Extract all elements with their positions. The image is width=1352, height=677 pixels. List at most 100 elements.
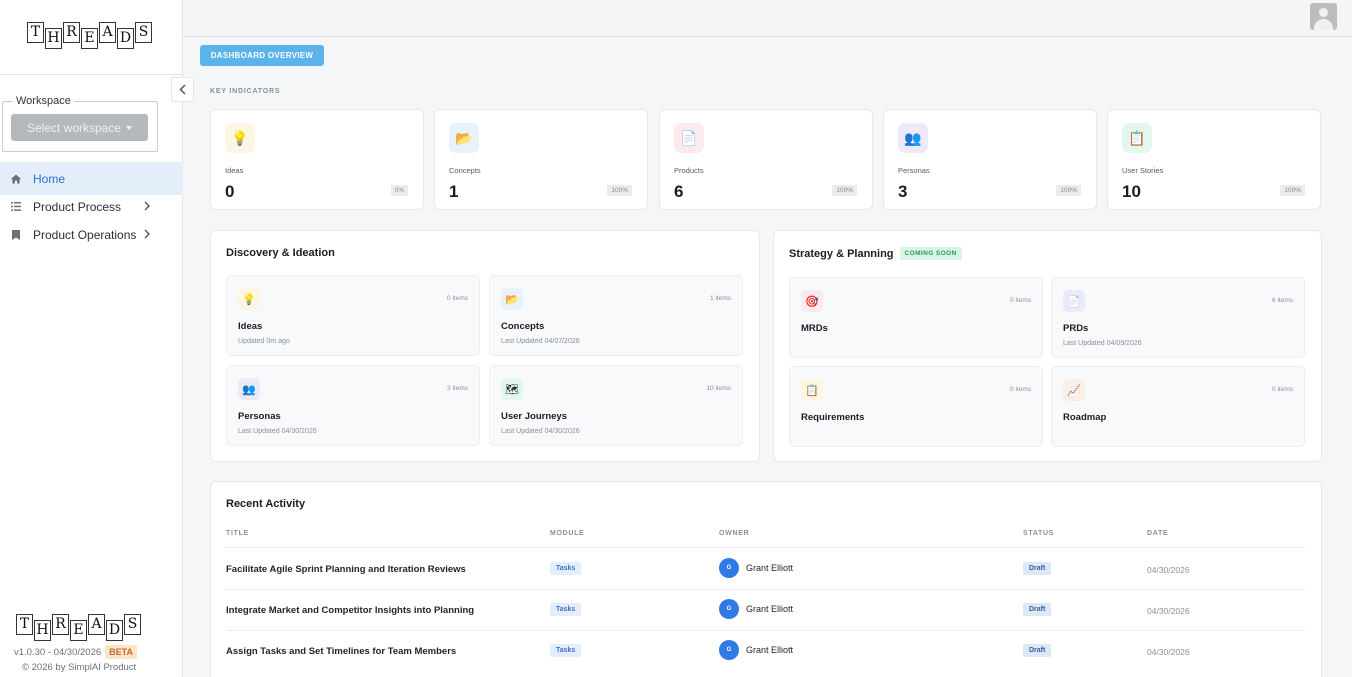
owner-cell: G Grant Elliott	[719, 640, 793, 660]
panel-title: Strategy & Planning COMING SOON	[789, 247, 962, 260]
key-indicators-label: KEY INDICATORS	[210, 88, 281, 95]
module-glyph: 👥	[242, 383, 256, 396]
logo-letter: H	[34, 620, 51, 641]
module-card-personas[interactable]: 👥 3 items Personas Last Updated 04/30/20…	[226, 365, 480, 446]
top-bar	[183, 0, 1352, 37]
beta-badge: BETA	[105, 645, 137, 659]
panel-title-text: Strategy & Planning	[789, 247, 894, 260]
logo-letter: A	[88, 614, 105, 635]
activity-title[interactable]: Facilitate Agile Sprint Planning and Ite…	[226, 564, 466, 575]
column-header-date[interactable]: DATE	[1147, 530, 1168, 537]
owner-avatar: G	[719, 599, 739, 619]
panel-title: Recent Activity	[226, 498, 305, 510]
kpi-label: Personas	[898, 166, 930, 175]
module-glyph: 💡	[242, 293, 256, 306]
module-glyph: 📋	[805, 384, 819, 397]
lightbulb-icon: 💡	[225, 123, 255, 153]
owner-name: Grant Elliott	[746, 604, 794, 614]
clipboard-icon: 📋	[801, 379, 823, 401]
table-divider	[226, 589, 1305, 590]
module-card-user-journeys[interactable]: 🗺 10 items User Journeys Last Updated 04…	[489, 365, 743, 446]
target-icon: 🎯	[801, 290, 823, 312]
kpi-glyph: 📂	[455, 129, 473, 146]
owner-avatar: G	[719, 558, 739, 578]
list-icon	[11, 202, 21, 212]
nav-label: Product Operations	[33, 227, 137, 242]
threads-logo[interactable]: T H R E A D S	[27, 22, 153, 50]
module-title: Concepts	[501, 321, 545, 332]
nav-label: Product Process	[33, 199, 122, 214]
chart-icon: 📈	[1063, 379, 1085, 401]
sidebar-divider	[0, 74, 183, 75]
module-updated: Last Updated 04/09/2026	[1063, 340, 1142, 347]
map-icon: 🗺	[501, 378, 523, 400]
panel-title-text: Recent Activity	[226, 498, 306, 510]
module-card-prds[interactable]: 📄 6 items PRDs Last Updated 04/09/2026	[1051, 277, 1305, 358]
workspace-select[interactable]: Select workspace	[11, 114, 148, 141]
module-count: 0 items	[1010, 297, 1031, 304]
sidebar: T H R E A D S Workspace Select workspace…	[0, 0, 183, 677]
tab-dashboard-overview[interactable]: DASHBOARD OVERVIEW	[200, 45, 324, 66]
status-badge: Draft	[1023, 603, 1052, 616]
module-card-ideas[interactable]: 💡 0 items Ideas Updated 0m ago	[226, 275, 480, 356]
kpi-glyph: 📋	[1128, 129, 1146, 146]
version-text: v1.0.30 - 04/30/2026	[14, 646, 102, 658]
module-title: Ideas	[238, 321, 263, 332]
copyright-text: © 2026 by SimplAI Product	[22, 662, 137, 673]
panel-title-text: Discovery & Ideation	[226, 247, 335, 259]
kpi-card-concepts[interactable]: 📂 Concepts 1 100%	[434, 109, 648, 210]
module-card-concepts[interactable]: 📂 1 items Concepts Last Updated 04/07/20…	[489, 275, 743, 356]
chevron-right-icon	[144, 200, 150, 214]
kpi-label: Concepts	[449, 166, 481, 175]
document-icon: 📄	[674, 123, 704, 153]
activity-title[interactable]: Integrate Market and Competitor Insights…	[226, 605, 474, 616]
chevron-right-icon	[144, 228, 150, 242]
owner-avatar: G	[719, 640, 739, 660]
kpi-card-products[interactable]: 📄 Products 6 100%	[659, 109, 873, 210]
module-card-requirements[interactable]: 📋 0 items Requirements	[789, 366, 1043, 447]
collapse-sidebar-button[interactable]	[171, 77, 194, 102]
kpi-label: Products	[674, 166, 704, 175]
module-count: 1 items	[710, 295, 731, 302]
module-glyph: 📈	[1067, 384, 1081, 397]
column-header-status[interactable]: STATUS	[1023, 530, 1054, 537]
kpi-value: 0	[225, 182, 235, 201]
module-updated: Updated 0m ago	[238, 338, 290, 345]
threads-logo-footer: T H R E A D S	[16, 614, 142, 641]
column-header-owner[interactable]: OWNER	[719, 530, 749, 537]
bookmark-icon	[11, 229, 21, 240]
avatar-body	[1314, 19, 1333, 30]
activity-date: 04/30/2026	[1147, 606, 1190, 616]
kpi-glyph: 👥	[904, 129, 922, 146]
module-count: 10 items	[706, 385, 731, 392]
module-count: 0 items	[447, 295, 468, 302]
activity-date: 04/30/2026	[1147, 565, 1190, 575]
clipboard-icon: 📋	[1122, 123, 1152, 153]
column-header-title[interactable]: TITLE	[226, 530, 249, 537]
module-card-mrds[interactable]: 🎯 0 items MRDs	[789, 277, 1043, 358]
logo-letter: D	[117, 28, 134, 49]
version-info: v1.0.30 - 04/30/2026 BETA	[14, 645, 137, 659]
activity-title[interactable]: Assign Tasks and Set Timelines for Team …	[226, 646, 456, 657]
kpi-glyph: 💡	[231, 129, 249, 146]
nav-item-product-operations[interactable]: Product Operations	[0, 218, 183, 251]
folder-icon: 📂	[501, 288, 523, 310]
column-header-module[interactable]: MODULE	[550, 530, 585, 537]
module-title: MRDs	[801, 323, 828, 334]
caret-down-icon	[126, 125, 133, 130]
user-avatar-icon[interactable]	[1310, 3, 1337, 30]
kpi-card-user-stories[interactable]: 📋 User Stories 10 100%	[1107, 109, 1321, 210]
table-divider	[226, 630, 1305, 631]
logo-letter: D	[106, 620, 123, 641]
module-badge: Tasks	[550, 603, 582, 616]
kpi-percent-badge: 0%	[390, 185, 408, 196]
module-card-roadmap[interactable]: 📈 0 items Roadmap	[1051, 366, 1305, 447]
lightbulb-icon: 💡	[238, 288, 260, 310]
kpi-label: User Stories	[1122, 166, 1164, 175]
kpi-card-ideas[interactable]: 💡 Ideas 0 0%	[210, 109, 424, 210]
people-icon: 👥	[898, 123, 928, 153]
workspace-fieldset: Workspace Select workspace	[2, 95, 158, 152]
logo-letter: E	[70, 620, 87, 641]
kpi-card-personas[interactable]: 👥 Personas 3 100%	[883, 109, 1097, 210]
module-count: 0 items	[1272, 386, 1293, 393]
